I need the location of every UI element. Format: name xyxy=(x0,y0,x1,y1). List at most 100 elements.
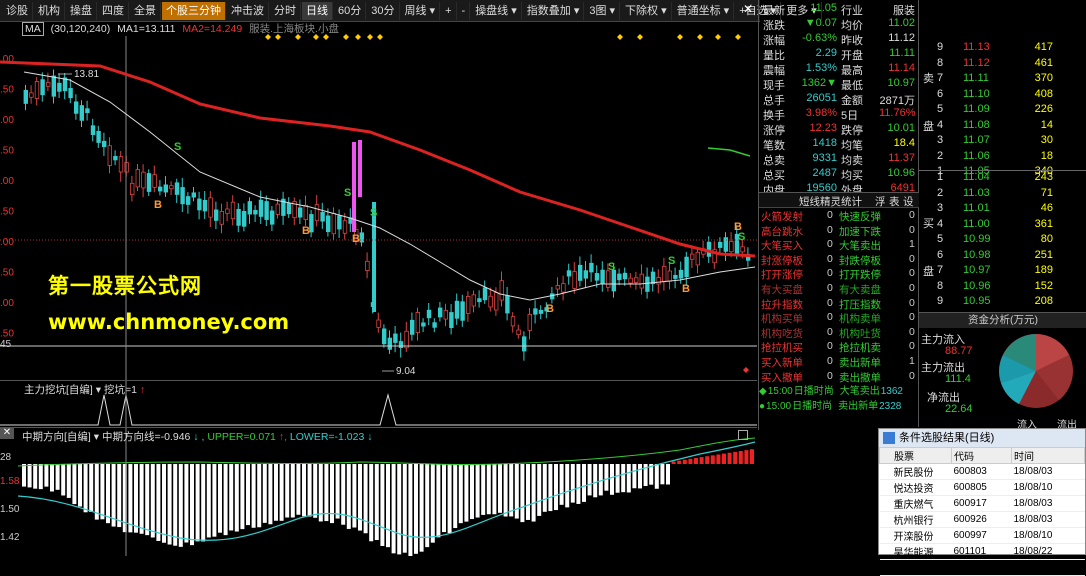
orderbook-row[interactable]: 2 11.03 71 xyxy=(919,187,1086,202)
orderbook-row[interactable]: 3 11.01 46 xyxy=(919,202,1086,217)
stats-row[interactable]: 火箭发射 0 快速反弹 0 xyxy=(759,209,919,224)
result-row[interactable]: 中国铁建 601186 18/08/03 xyxy=(879,559,1085,576)
event-diamond-icon[interactable] xyxy=(355,34,361,40)
menu-item[interactable]: 周线 ▾ xyxy=(401,1,441,20)
orderbook-row[interactable]: 7 11.11 370 xyxy=(919,72,1086,87)
orderbook-row[interactable]: 9 11.13 417 xyxy=(919,41,1086,56)
menu-item[interactable]: 60分 xyxy=(334,1,367,20)
col-time[interactable]: 时间 xyxy=(1011,447,1085,464)
orderbook-row[interactable]: 4 11.08 14 xyxy=(919,119,1086,134)
menu-item[interactable]: 全景 xyxy=(130,1,161,20)
result-row[interactable]: 杭州银行 600926 18/08/03 xyxy=(879,511,1085,528)
close-icon[interactable]: ✕ xyxy=(0,427,14,439)
result-row[interactable]: 悦达投资 600805 18/08/10 xyxy=(879,479,1085,496)
menu-item[interactable]: 四度 xyxy=(98,1,129,20)
quote-label: 涨停 xyxy=(763,125,785,137)
stats-row[interactable]: 抢拉机买 0 抢拉机卖 0 xyxy=(759,340,919,355)
stats-row[interactable]: 打开涨停 0 打开跌停 0 xyxy=(759,267,919,282)
menu-item[interactable]: 诊股 xyxy=(2,1,33,20)
stats-row[interactable]: 封涨停板 0 封跌停板 0 xyxy=(759,253,919,268)
menu-item[interactable]: 日线 xyxy=(302,1,333,20)
stats-row[interactable]: 机构买单 0 机构卖单 0 xyxy=(759,311,919,326)
orderbook-level: 1 xyxy=(937,171,944,183)
indicator-bar xyxy=(134,464,138,533)
stats-row[interactable]: 有大买盘 0 有大卖盘 0 xyxy=(759,282,919,297)
orderbook-row[interactable]: 1 11.04 243 xyxy=(919,171,1086,186)
event-diamond-icon[interactable] xyxy=(377,34,383,40)
menu-item[interactable]: 指数叠加 ▾ xyxy=(523,1,585,20)
result-row[interactable]: 昊华能源 601101 18/08/22 xyxy=(879,543,1085,560)
tab-settings[interactable]: 设 xyxy=(903,194,914,209)
ticker-field: 日播时尚 xyxy=(793,386,834,397)
menu-item[interactable]: 30分 xyxy=(367,1,400,20)
menu-item[interactable]: 普通坐标 ▾ xyxy=(673,1,735,20)
event-diamond-icon[interactable] xyxy=(677,34,683,40)
orderbook-row[interactable]: 9 10.95 208 xyxy=(919,295,1086,310)
menu-item[interactable]: 个股三分钟 xyxy=(162,1,226,20)
result-row[interactable]: 新民股份 600803 18/08/03 xyxy=(879,463,1085,480)
ticker-row[interactable]: ◆15:00日播时尚 大笔卖出1362 xyxy=(759,382,919,397)
orderbook-price: 10.95 xyxy=(963,295,991,307)
tab-float[interactable]: 浮 xyxy=(875,194,886,209)
indicator-2-panel[interactable]: ✕ 中期方向[自编] ▾ 中期方向线=-0.946 ↓ , UPPER=0.07… xyxy=(0,427,757,556)
ticker-row[interactable]: ●15:00日播时尚 卖出新单2328 xyxy=(759,397,919,412)
col-code[interactable]: 代码 xyxy=(951,447,1012,464)
close-icon[interactable]: ✕ xyxy=(740,2,756,20)
orderbook-row[interactable]: 3 11.07 30 xyxy=(919,134,1086,149)
quote-value: 1.53% xyxy=(805,62,837,74)
orderbook-row[interactable]: 6 10.98 251 xyxy=(919,249,1086,264)
event-diamond-icon[interactable] xyxy=(697,34,703,40)
menu-item[interactable]: + xyxy=(441,1,457,20)
stock-screener-result-window[interactable]: 条件选股结果(日线) 股票 代码 时间 新民股份 600803 18/08/03 悦达… xyxy=(878,428,1086,576)
indicator-bar xyxy=(27,464,32,488)
quote-label: 金额 xyxy=(841,95,863,107)
indicator-bar xyxy=(593,464,598,498)
orderbook-row[interactable]: 7 10.97 189 xyxy=(919,264,1086,279)
orderbook-row[interactable]: 8 11.12 461 xyxy=(919,57,1086,72)
orderbook-row[interactable]: 5 10.99 80 xyxy=(919,233,1086,248)
menu-item[interactable]: 3图 ▾ xyxy=(585,1,621,20)
menu-item[interactable]: 分时 xyxy=(270,1,301,20)
orderbook-row[interactable]: 2 11.06 18 xyxy=(919,150,1086,165)
event-diamond-icon[interactable] xyxy=(743,367,749,373)
event-diamond-icon[interactable] xyxy=(735,34,741,40)
indicator-1-panel[interactable]: 主力挖坑[自编] ▾ 挖坑=1 ↑ xyxy=(0,380,757,428)
event-diamond-icon[interactable] xyxy=(343,34,349,40)
quote-label: 昨收 xyxy=(841,35,863,47)
event-diamond-icon[interactable] xyxy=(367,34,373,40)
col-stock[interactable]: 股票 xyxy=(879,447,952,464)
stats-label: 机构吃货 xyxy=(761,327,803,340)
menu-item[interactable]: 机构 xyxy=(34,1,65,20)
menu-item[interactable]: 下除权 ▾ xyxy=(621,1,672,20)
orderbook-row[interactable]: 5 11.09 226 xyxy=(919,103,1086,118)
stats-row[interactable]: 高台跳水 0 加速下跌 0 xyxy=(759,224,919,239)
ticker-field: 15:00 xyxy=(766,401,792,412)
candle xyxy=(213,209,219,221)
menu-item[interactable]: - xyxy=(458,1,471,20)
stats-row[interactable]: 大笔买入 0 大笔卖出 1 xyxy=(759,238,919,253)
orderbook-level: 4 xyxy=(937,217,944,230)
indicator-2-name[interactable]: 中期方向[自编] xyxy=(22,431,91,443)
stats-row[interactable]: 拉升指数 0 打压指数 0 xyxy=(759,297,919,312)
candle xyxy=(415,312,420,333)
quote-value: 11.14 xyxy=(888,62,915,74)
result-row[interactable]: 重庆燃气 600917 18/08/03 xyxy=(879,495,1085,512)
orderbook-row[interactable]: 6 11.10 408 xyxy=(919,88,1086,103)
stats-row[interactable]: 机构吃货 0 机构吐货 0 xyxy=(759,326,919,341)
event-diamond-icon[interactable] xyxy=(637,34,643,40)
orderbook-row[interactable]: 4 11.00 361 xyxy=(919,218,1086,233)
indicator-bar xyxy=(492,464,497,515)
orderbook-row[interactable]: 8 10.96 152 xyxy=(919,280,1086,295)
indicator-bar xyxy=(274,464,278,521)
result-row[interactable]: 开滦股份 600997 18/08/10 xyxy=(879,527,1085,544)
event-diamond-icon[interactable] xyxy=(715,34,721,40)
maximize-icon[interactable] xyxy=(738,430,748,440)
menu-item[interactable]: 冲击波 xyxy=(227,1,269,20)
menu-item[interactable]: 操盘线 ▾ xyxy=(471,1,522,20)
tab-table[interactable]: 表 xyxy=(889,194,900,209)
stats-row[interactable]: 买入新单 0 卖出新单 1 xyxy=(759,355,919,370)
ma-selector[interactable]: MA xyxy=(22,22,44,36)
event-diamond-icon[interactable] xyxy=(617,34,623,40)
menu-item[interactable]: 操盘 xyxy=(66,1,97,20)
indicator-bar xyxy=(565,464,570,508)
